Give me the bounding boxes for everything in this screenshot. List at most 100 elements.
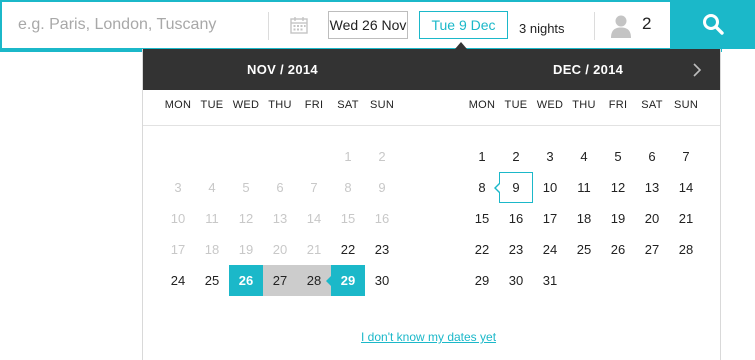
nights-count: 3 nights bbox=[519, 21, 565, 36]
calendar-day[interactable]: 25 bbox=[567, 234, 601, 265]
divider bbox=[594, 12, 595, 40]
calendar-day: 21 bbox=[306, 242, 322, 257]
calendar-day[interactable]: 1 bbox=[465, 141, 499, 172]
calendar-day[interactable]: 4 bbox=[567, 141, 601, 172]
calendar-day[interactable]: 30 bbox=[365, 265, 399, 296]
checkin-date-button[interactable]: Wed 26 Nov bbox=[328, 11, 408, 39]
weekday-label: SUN bbox=[369, 99, 395, 111]
calendar-day[interactable]: 13 bbox=[635, 172, 669, 203]
calendar-day[interactable]: 23 bbox=[499, 234, 533, 265]
calendar-day: 20 bbox=[272, 242, 288, 257]
calendar-day: 10 bbox=[170, 211, 186, 226]
calendar-day[interactable]: 6 bbox=[635, 141, 669, 172]
calendar-day[interactable]: 30 bbox=[499, 265, 533, 296]
calendar-day[interactable]: 16 bbox=[499, 203, 533, 234]
calendar-empty-cell bbox=[297, 141, 331, 172]
weekday-label: SAT bbox=[641, 99, 663, 111]
calendar-day[interactable]: 9 bbox=[494, 172, 533, 203]
calendar-day: 12 bbox=[238, 211, 254, 226]
calendar-day: 9 bbox=[378, 180, 386, 195]
calendar-day[interactable]: 10 bbox=[533, 172, 567, 203]
calendar-day[interactable]: 29 bbox=[326, 265, 365, 296]
calendar-day[interactable]: 25 bbox=[195, 265, 229, 296]
calendar-day[interactable]: 26 bbox=[601, 234, 635, 265]
unknown-dates-link[interactable]: I don't know my dates yet bbox=[361, 330, 496, 344]
calendar-day[interactable]: 11 bbox=[567, 172, 601, 203]
page-background bbox=[722, 49, 755, 360]
calendar-empty-cell bbox=[161, 141, 195, 172]
weekday-label: WED bbox=[232, 99, 260, 111]
chevron-right-icon[interactable] bbox=[687, 60, 707, 80]
calendar-day[interactable]: 3 bbox=[533, 141, 567, 172]
search-bar: Wed 26 Nov Tue 9 Dec 3 nights 2 bbox=[2, 2, 670, 48]
calendar-day[interactable]: 27 bbox=[635, 234, 669, 265]
calendar-day[interactable]: 28 bbox=[669, 234, 703, 265]
calendar-empty-cell bbox=[669, 265, 703, 296]
calendar-day: 11 bbox=[205, 211, 219, 226]
calendar-day[interactable]: 7 bbox=[669, 141, 703, 172]
calendar-empty-cell bbox=[195, 141, 229, 172]
calendar-day: 3 bbox=[174, 180, 182, 195]
weekday-label: FRI bbox=[304, 99, 324, 111]
weekday-label: WED bbox=[536, 99, 564, 111]
calendar-day: 13 bbox=[272, 211, 288, 226]
calendar-day[interactable]: 5 bbox=[601, 141, 635, 172]
weekday-label: MON bbox=[468, 99, 496, 111]
calendar-day[interactable]: 27 bbox=[263, 265, 297, 296]
calendar-day[interactable]: 20 bbox=[635, 203, 669, 234]
month-title-nov: NOV / 2014 bbox=[247, 62, 318, 77]
calendar-day: 2 bbox=[378, 149, 386, 164]
month-grid-nov: 1 2 3 4 5 6 7 8 9 10 11 12 13 14 15 16 17 18 19 20 21 22 23 24 2… bbox=[161, 141, 399, 296]
calendar-day: 19 bbox=[238, 242, 254, 257]
calendar-empty-cell bbox=[229, 141, 263, 172]
calendar-day: 18 bbox=[204, 242, 220, 257]
calendar-day[interactable]: 29 bbox=[465, 265, 499, 296]
weekday-label: THU bbox=[572, 99, 596, 111]
calendar-day[interactable]: 15 bbox=[465, 203, 499, 234]
calendar-day: 5 bbox=[242, 180, 250, 195]
calendar-day[interactable]: 17 bbox=[533, 203, 567, 234]
calendar-day[interactable]: 31 bbox=[533, 265, 567, 296]
weekday-label: FRI bbox=[608, 99, 628, 111]
calendar-day[interactable]: 2 bbox=[499, 141, 533, 172]
person-icon[interactable] bbox=[610, 14, 632, 38]
calendar-day: 7 bbox=[310, 180, 318, 195]
calendar-day[interactable]: 21 bbox=[669, 203, 703, 234]
calendar-day[interactable]: 14 bbox=[669, 172, 703, 203]
calendar-empty-cell bbox=[635, 265, 669, 296]
weekday-label: SUN bbox=[673, 99, 699, 111]
divider bbox=[143, 125, 720, 126]
calendar-day[interactable]: 18 bbox=[567, 203, 601, 234]
calendar-day[interactable]: 23 bbox=[365, 234, 399, 265]
weekday-label: TUE bbox=[504, 99, 528, 111]
checkout-date-button[interactable]: Tue 9 Dec bbox=[419, 11, 508, 39]
calendar-day: 15 bbox=[340, 211, 356, 226]
calendar-day[interactable]: 22 bbox=[465, 234, 499, 265]
weekday-header-dec: MON TUE WED THU FRI SAT SUN bbox=[465, 99, 703, 111]
calendar-day[interactable]: 22 bbox=[331, 234, 365, 265]
dropdown-caret bbox=[455, 42, 467, 49]
calendar-day[interactable]: 26 bbox=[229, 265, 263, 296]
calendar-day: 16 bbox=[374, 211, 390, 226]
calendar-header: NOV / 2014 DEC / 2014 bbox=[143, 49, 720, 90]
calendar-empty-cell bbox=[263, 141, 297, 172]
calendar-empty-cell bbox=[567, 265, 601, 296]
calendar-day: 8 bbox=[344, 180, 352, 195]
destination-input[interactable] bbox=[2, 2, 268, 48]
month-title-dec: DEC / 2014 bbox=[553, 62, 624, 77]
calendar-day[interactable]: 12 bbox=[601, 172, 635, 203]
calendar-day[interactable]: 19 bbox=[601, 203, 635, 234]
magnifier-icon bbox=[702, 14, 724, 35]
weekday-label: MON bbox=[164, 99, 192, 111]
month-grid-dec: 1 2 3 4 5 6 7 8 9 10 11 12 13 14 15 16 17 18 19 20 21 22 23 24 2… bbox=[465, 141, 703, 296]
guests-count[interactable]: 2 bbox=[642, 14, 651, 34]
calendar-day: 14 bbox=[306, 211, 322, 226]
calendar-day: 6 bbox=[276, 180, 284, 195]
date-picker: NOV / 2014 DEC / 2014 MON TUE WED THU FRI SAT… bbox=[142, 49, 721, 360]
weekday-label: TUE bbox=[200, 99, 224, 111]
weekday-label: SAT bbox=[337, 99, 359, 111]
calendar-day[interactable]: 24 bbox=[161, 265, 195, 296]
calendar-icon[interactable] bbox=[290, 16, 308, 34]
search-button[interactable] bbox=[670, 0, 755, 48]
calendar-day[interactable]: 24 bbox=[533, 234, 567, 265]
